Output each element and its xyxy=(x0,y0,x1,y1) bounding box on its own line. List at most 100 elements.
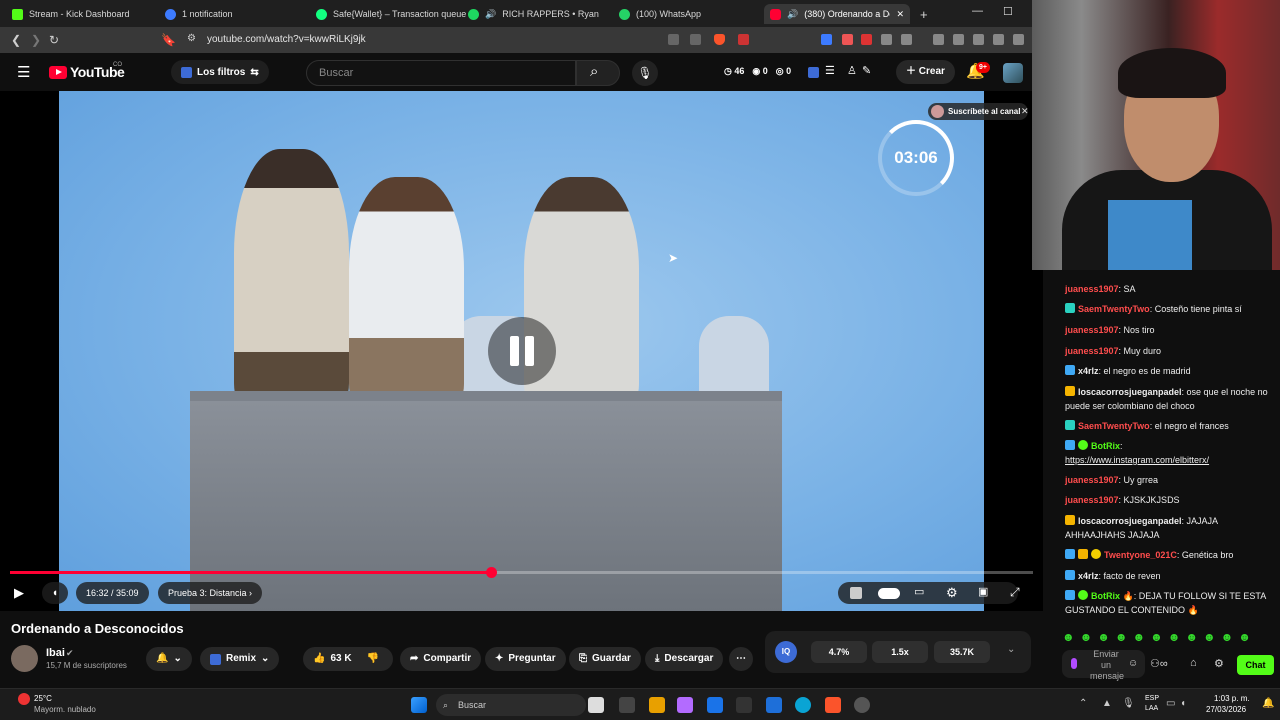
tray-icon[interactable]: ▲ xyxy=(1102,698,1112,709)
sidebar-icon[interactable] xyxy=(953,34,964,45)
settings-icon[interactable]: ✎ xyxy=(862,64,871,77)
youtube-logo-icon[interactable] xyxy=(49,66,67,79)
share-icon[interactable] xyxy=(690,34,701,45)
chapter-button[interactable]: Prueba 3: Distancia › xyxy=(158,582,263,604)
chat-link[interactable]: https://www.instagram.com/elbitterx/ xyxy=(1065,453,1271,467)
voice-search-button[interactable]: 🎙 xyxy=(632,60,658,86)
chat-settings-icon[interactable]: ⚙ xyxy=(1214,657,1224,670)
clock-time[interactable]: 1:03 p. m. xyxy=(1214,694,1250,703)
download-button[interactable]: ⤓ Descargar xyxy=(645,647,724,671)
translate-icon[interactable] xyxy=(821,34,832,45)
forward-icon[interactable]: ❯ xyxy=(31,33,41,47)
create-button[interactable]: ＋ Crear xyxy=(896,60,955,84)
ask-button[interactable]: ✦ Preguntar xyxy=(485,647,566,671)
site-settings-icon[interactable]: ⚙ xyxy=(187,33,196,44)
channel-avatar[interactable] xyxy=(11,645,38,672)
chat-send-button[interactable]: Chat xyxy=(1237,655,1274,675)
extension-icon[interactable] xyxy=(901,34,912,45)
notifications-icon[interactable]: 🔔 xyxy=(1262,698,1274,709)
thumbs-down-icon[interactable]: 👎 xyxy=(367,647,379,671)
menu-icon[interactable]: ☰ xyxy=(17,63,30,81)
miniplayer-icon[interactable]: ▣ xyxy=(978,585,988,598)
video-player[interactable]: Suscríbete al canal ✕ 03:06 ➤ ▶ ◖ 16:32 … xyxy=(0,91,1043,611)
obs-icon[interactable] xyxy=(854,697,870,713)
connections-icon[interactable]: ⚇∞ xyxy=(1150,657,1168,670)
channel-name[interactable]: Ibai xyxy=(46,647,65,659)
music-icon[interactable] xyxy=(933,34,944,45)
file-explorer-icon[interactable] xyxy=(649,697,665,713)
app-icon[interactable] xyxy=(766,697,782,713)
wallet-icon[interactable] xyxy=(973,34,984,45)
minimize-icon[interactable]: — xyxy=(972,5,983,17)
url-field[interactable]: youtube.com/watch?v=kwwRiLKj9jk xyxy=(207,34,366,45)
progress-bar[interactable] xyxy=(10,567,1033,578)
close-popup-icon[interactable]: ✕ xyxy=(1021,106,1029,117)
subscribe-popup[interactable]: Suscríbete al canal xyxy=(928,103,1029,120)
brave-icon[interactable] xyxy=(825,697,841,713)
extension-icon[interactable] xyxy=(842,34,853,45)
windows-start-icon[interactable] xyxy=(411,697,427,713)
iq-icon[interactable] xyxy=(850,587,862,599)
share-button[interactable]: ➦ Compartir xyxy=(400,647,482,671)
tab-kick-dashboard[interactable]: Stream - Kick Dashboard xyxy=(12,4,130,24)
back-icon[interactable]: ❮ xyxy=(11,33,21,47)
search-button[interactable]: ⌕ xyxy=(576,60,620,86)
tray-chevron-icon[interactable]: ⌃ xyxy=(1079,698,1087,709)
play-icon[interactable]: ▶ xyxy=(14,585,24,601)
app-icon[interactable] xyxy=(619,697,635,713)
subscription-bell-button[interactable]: 🔔 ⌄ xyxy=(146,647,192,671)
tab-whatsapp[interactable]: (100) WhatsApp xyxy=(619,4,701,24)
store-icon[interactable]: ⌂ xyxy=(1190,657,1197,669)
like-button[interactable]: 👍 63 K 👎 xyxy=(303,647,393,671)
autoplay-toggle[interactable] xyxy=(878,588,900,599)
close-tab-icon[interactable]: ✕ xyxy=(896,9,904,20)
emoji-icon[interactable]: ☺ xyxy=(1128,658,1138,669)
save-button[interactable]: ⎘ Guardar xyxy=(569,647,641,671)
network-icon[interactable]: ▭ xyxy=(1166,698,1175,709)
search-box[interactable]: Buscar xyxy=(306,60,576,86)
pause-overlay-button[interactable] xyxy=(488,317,556,385)
iq-logo-icon[interactable]: IQ xyxy=(775,641,797,663)
subtitles-icon[interactable]: ▭ xyxy=(914,585,924,598)
puzzle-icon[interactable] xyxy=(881,34,892,45)
volume-button[interactable]: ◖ xyxy=(42,582,68,604)
weather-temp[interactable]: 25°C xyxy=(34,694,52,703)
leo-icon[interactable] xyxy=(993,34,1004,45)
fullscreen-icon[interactable]: ⤢ xyxy=(1010,585,1020,600)
terminal-icon[interactable] xyxy=(736,697,752,713)
tab-safe-wallet[interactable]: Safe{Wallet} – Transaction queue xyxy=(316,4,466,24)
account-avatar[interactable] xyxy=(1003,63,1023,83)
store-icon[interactable] xyxy=(707,697,723,713)
chat-message-input[interactable]: Enviar un mensaje ☺ xyxy=(1062,649,1145,681)
list-icon[interactable]: ☰ xyxy=(825,64,835,77)
new-tab-button[interactable]: + xyxy=(920,4,928,24)
tray-microphone-icon[interactable]: 🎙 xyxy=(1122,698,1135,709)
chevron-down-icon[interactable]: ⌄ xyxy=(1007,644,1015,655)
tab-spotify[interactable]: 🔊RICH RAPPERS • Ryan Castro xyxy=(468,4,600,24)
taskbar-search[interactable]: ⌕ Buscar xyxy=(436,694,586,716)
search-input[interactable]: Buscar xyxy=(319,67,353,79)
remix-button[interactable]: Remix ⌄ xyxy=(200,647,280,671)
emote-bar[interactable]: ☻☻☻☻☻☻☻☻☻☻☻ xyxy=(1062,630,1256,644)
brave-rewards-icon[interactable] xyxy=(738,34,749,45)
trophy-icon[interactable]: ♙ xyxy=(847,64,857,77)
settings-gear-icon[interactable]: ⚙ xyxy=(946,585,958,601)
tab-youtube-active[interactable]: 🔊(380) Ordenando a Desco✕ xyxy=(764,4,910,24)
progress-scrubber[interactable] xyxy=(485,567,497,578)
lang-top[interactable]: ESP xyxy=(1145,695,1159,702)
vpn-icon[interactable] xyxy=(1013,34,1024,45)
iq-icon[interactable] xyxy=(808,67,819,78)
more-actions-button[interactable]: ⋯ xyxy=(729,647,753,671)
edge-icon[interactable] xyxy=(795,697,811,713)
maximize-icon[interactable]: ☐ xyxy=(1003,5,1013,18)
cast-icon[interactable] xyxy=(668,34,679,45)
copilot-icon[interactable] xyxy=(677,697,693,713)
extension-icon[interactable] xyxy=(861,34,872,45)
volume-icon[interactable]: ◖ xyxy=(1180,698,1186,709)
microphone-icon[interactable] xyxy=(1071,658,1077,669)
tab-notification[interactable]: 1 notification xyxy=(165,4,233,24)
task-view-icon[interactable] xyxy=(588,697,604,713)
reload-icon[interactable]: ↻ xyxy=(49,33,59,47)
brave-shields-icon[interactable] xyxy=(714,34,725,45)
filters-button[interactable]: Los filtros ⇆ xyxy=(171,60,269,84)
